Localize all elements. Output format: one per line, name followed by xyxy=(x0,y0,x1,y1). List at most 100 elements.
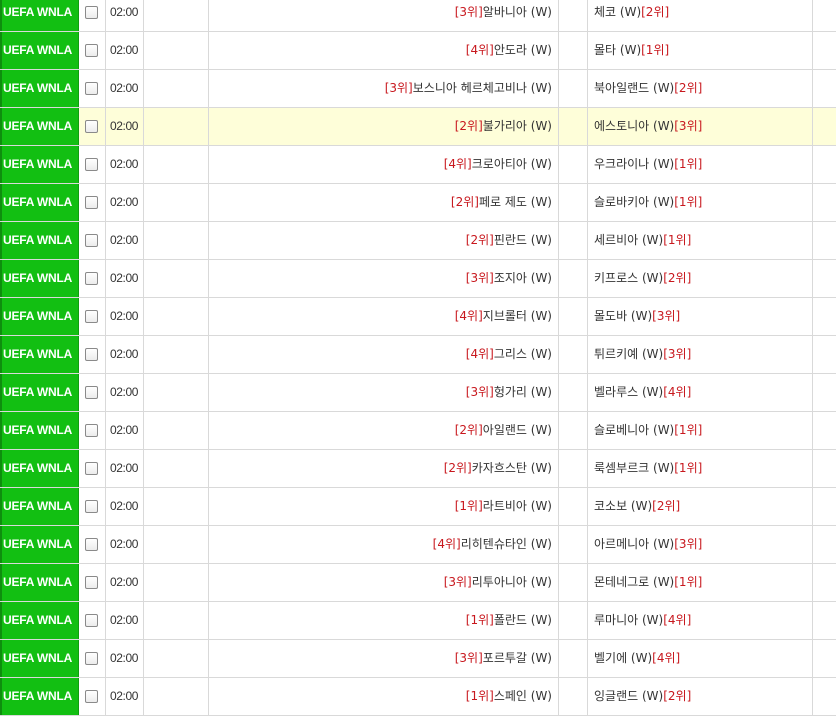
league-badge[interactable]: UEFA WNLA xyxy=(0,374,79,411)
match-row[interactable]: UEFA WNLA 02:00 [1위]폴란드 (W) 루마니아 (W)[4위] xyxy=(0,602,836,640)
home-team[interactable]: [3위]알바니아 (W) xyxy=(209,0,559,31)
league-badge[interactable]: UEFA WNLA xyxy=(0,222,79,259)
home-team[interactable]: [4위]크로아티아 (W) xyxy=(209,146,559,183)
home-team[interactable]: [3위]포르투갈 (W) xyxy=(209,640,559,677)
match-row[interactable]: UEFA WNLA 02:00 [3위]포르투갈 (W) 벨기에 (W)[4위] xyxy=(0,640,836,678)
away-team[interactable]: 튀르키예 (W)[3위] xyxy=(588,336,813,373)
match-row[interactable]: UEFA WNLA 02:00 [3위]헝가리 (W) 벨라루스 (W)[4위] xyxy=(0,374,836,412)
select-cell xyxy=(79,374,106,411)
home-team[interactable]: [3위]리투아니아 (W) xyxy=(209,564,559,601)
select-checkbox[interactable] xyxy=(85,82,98,95)
select-checkbox[interactable] xyxy=(85,462,98,475)
league-badge[interactable]: UEFA WNLA xyxy=(0,564,79,601)
away-team[interactable]: 룩셈부르크 (W)[1위] xyxy=(588,450,813,487)
away-team[interactable]: 키프로스 (W)[2위] xyxy=(588,260,813,297)
select-checkbox[interactable] xyxy=(85,348,98,361)
away-team[interactable]: 몬테네그로 (W)[1위] xyxy=(588,564,813,601)
select-checkbox[interactable] xyxy=(85,196,98,209)
select-checkbox[interactable] xyxy=(85,576,98,589)
away-team[interactable]: 코소보 (W)[2위] xyxy=(588,488,813,525)
league-badge[interactable]: UEFA WNLA xyxy=(0,678,79,715)
away-team[interactable]: 루마니아 (W)[4위] xyxy=(588,602,813,639)
league-badge[interactable]: UEFA WNLA xyxy=(0,0,79,31)
league-badge[interactable]: UEFA WNLA xyxy=(0,526,79,563)
select-cell xyxy=(79,0,106,31)
match-row[interactable]: UEFA WNLA 02:00 [4위]지브롤터 (W) 몰도바 (W)[3위] xyxy=(0,298,836,336)
select-checkbox[interactable] xyxy=(85,652,98,665)
home-team[interactable]: [1위]라트비아 (W) xyxy=(209,488,559,525)
league-badge[interactable]: UEFA WNLA xyxy=(0,260,79,297)
away-team[interactable]: 슬로바키아 (W)[1위] xyxy=(588,184,813,221)
home-rank: [2위] xyxy=(454,423,483,437)
away-team[interactable]: 몰도바 (W)[3위] xyxy=(588,298,813,335)
home-team[interactable]: [3위]보스니아 헤르체고비나 (W) xyxy=(209,70,559,107)
league-badge[interactable]: UEFA WNLA xyxy=(0,412,79,449)
away-team[interactable]: 체코 (W)[2위] xyxy=(588,0,813,31)
home-team[interactable]: [1위]스페인 (W) xyxy=(209,678,559,715)
away-team[interactable]: 잉글랜드 (W)[2위] xyxy=(588,678,813,715)
select-checkbox[interactable] xyxy=(85,690,98,703)
away-team[interactable]: 북아일랜드 (W)[2위] xyxy=(588,70,813,107)
select-checkbox[interactable] xyxy=(85,272,98,285)
select-checkbox[interactable] xyxy=(85,386,98,399)
away-team[interactable]: 우크라이나 (W)[1위] xyxy=(588,146,813,183)
match-row[interactable]: UEFA WNLA 02:00 [3위]보스니아 헤르체고비나 (W) 북아일랜… xyxy=(0,70,836,108)
league-badge[interactable]: UEFA WNLA xyxy=(0,640,79,677)
away-team[interactable]: 벨기에 (W)[4위] xyxy=(588,640,813,677)
home-team[interactable]: [2위]불가리아 (W) xyxy=(209,108,559,145)
home-team[interactable]: [2위]핀란드 (W) xyxy=(209,222,559,259)
match-row[interactable]: UEFA WNLA 02:00 [3위]조지아 (W) 키프로스 (W)[2위] xyxy=(0,260,836,298)
home-team[interactable]: [2위]카자흐스탄 (W) xyxy=(209,450,559,487)
select-checkbox[interactable] xyxy=(85,120,98,133)
match-row[interactable]: UEFA WNLA 02:00 [4위]리히텐슈타인 (W) 아르메니아 (W)… xyxy=(0,526,836,564)
select-checkbox[interactable] xyxy=(85,6,98,19)
league-badge[interactable]: UEFA WNLA xyxy=(0,108,79,145)
match-row[interactable]: UEFA WNLA 02:00 [4위]그리스 (W) 튀르키예 (W)[3위] xyxy=(0,336,836,374)
select-checkbox[interactable] xyxy=(85,310,98,323)
away-team[interactable]: 아르메니아 (W)[3위] xyxy=(588,526,813,563)
away-team[interactable]: 세르비아 (W)[1위] xyxy=(588,222,813,259)
match-row[interactable]: UEFA WNLA 02:00 [2위]아일랜드 (W) 슬로베니아 (W)[1… xyxy=(0,412,836,450)
home-team[interactable]: [2위]페로 제도 (W) xyxy=(209,184,559,221)
select-checkbox[interactable] xyxy=(85,44,98,57)
select-checkbox[interactable] xyxy=(85,500,98,513)
away-team[interactable]: 슬로베니아 (W)[1위] xyxy=(588,412,813,449)
match-row[interactable]: UEFA WNLA 02:00 [2위]핀란드 (W) 세르비아 (W)[1위] xyxy=(0,222,836,260)
home-team[interactable]: [4위]그리스 (W) xyxy=(209,336,559,373)
league-badge[interactable]: UEFA WNLA xyxy=(0,146,79,183)
league-badge[interactable]: UEFA WNLA xyxy=(0,602,79,639)
match-row[interactable]: UEFA WNLA 02:00 [3위]알바니아 (W) 체코 (W)[2위] xyxy=(0,0,836,32)
away-rank: [1위] xyxy=(641,43,670,57)
match-row[interactable]: UEFA WNLA 02:00 [2위]페로 제도 (W) 슬로바키아 (W)[… xyxy=(0,184,836,222)
match-row[interactable]: UEFA WNLA 02:00 [1위]라트비아 (W) 코소보 (W)[2위] xyxy=(0,488,836,526)
match-row[interactable]: UEFA WNLA 02:00 [4위]안도라 (W) 몰타 (W)[1위] xyxy=(0,32,836,70)
match-row[interactable]: UEFA WNLA 02:00 [2위]불가리아 (W) 에스토니아 (W)[3… xyxy=(0,108,836,146)
match-row[interactable]: UEFA WNLA 02:00 [3위]리투아니아 (W) 몬테네그로 (W)[… xyxy=(0,564,836,602)
home-team[interactable]: [3위]헝가리 (W) xyxy=(209,374,559,411)
league-badge[interactable]: UEFA WNLA xyxy=(0,32,79,69)
league-badge[interactable]: UEFA WNLA xyxy=(0,336,79,373)
match-row[interactable]: UEFA WNLA 02:00 [1위]스페인 (W) 잉글랜드 (W)[2위] xyxy=(0,678,836,716)
league-badge[interactable]: UEFA WNLA xyxy=(0,298,79,335)
home-team[interactable]: [2위]아일랜드 (W) xyxy=(209,412,559,449)
match-row[interactable]: UEFA WNLA 02:00 [4위]크로아티아 (W) 우크라이나 (W)[… xyxy=(0,146,836,184)
home-team[interactable]: [4위]지브롤터 (W) xyxy=(209,298,559,335)
away-rank: [4위] xyxy=(663,385,692,399)
select-checkbox[interactable] xyxy=(85,538,98,551)
home-team[interactable]: [4위]안도라 (W) xyxy=(209,32,559,69)
select-checkbox[interactable] xyxy=(85,424,98,437)
select-checkbox[interactable] xyxy=(85,234,98,247)
match-row[interactable]: UEFA WNLA 02:00 [2위]카자흐스탄 (W) 룩셈부르크 (W)[… xyxy=(0,450,836,488)
away-team[interactable]: 벨라루스 (W)[4위] xyxy=(588,374,813,411)
away-team[interactable]: 몰타 (W)[1위] xyxy=(588,32,813,69)
select-checkbox[interactable] xyxy=(85,158,98,171)
league-badge[interactable]: UEFA WNLA xyxy=(0,184,79,221)
home-team[interactable]: [3위]조지아 (W) xyxy=(209,260,559,297)
away-team[interactable]: 에스토니아 (W)[3위] xyxy=(588,108,813,145)
home-team[interactable]: [4위]리히텐슈타인 (W) xyxy=(209,526,559,563)
league-badge[interactable]: UEFA WNLA xyxy=(0,488,79,525)
league-badge[interactable]: UEFA WNLA xyxy=(0,450,79,487)
home-team[interactable]: [1위]폴란드 (W) xyxy=(209,602,559,639)
league-badge[interactable]: UEFA WNLA xyxy=(0,70,79,107)
select-checkbox[interactable] xyxy=(85,614,98,627)
